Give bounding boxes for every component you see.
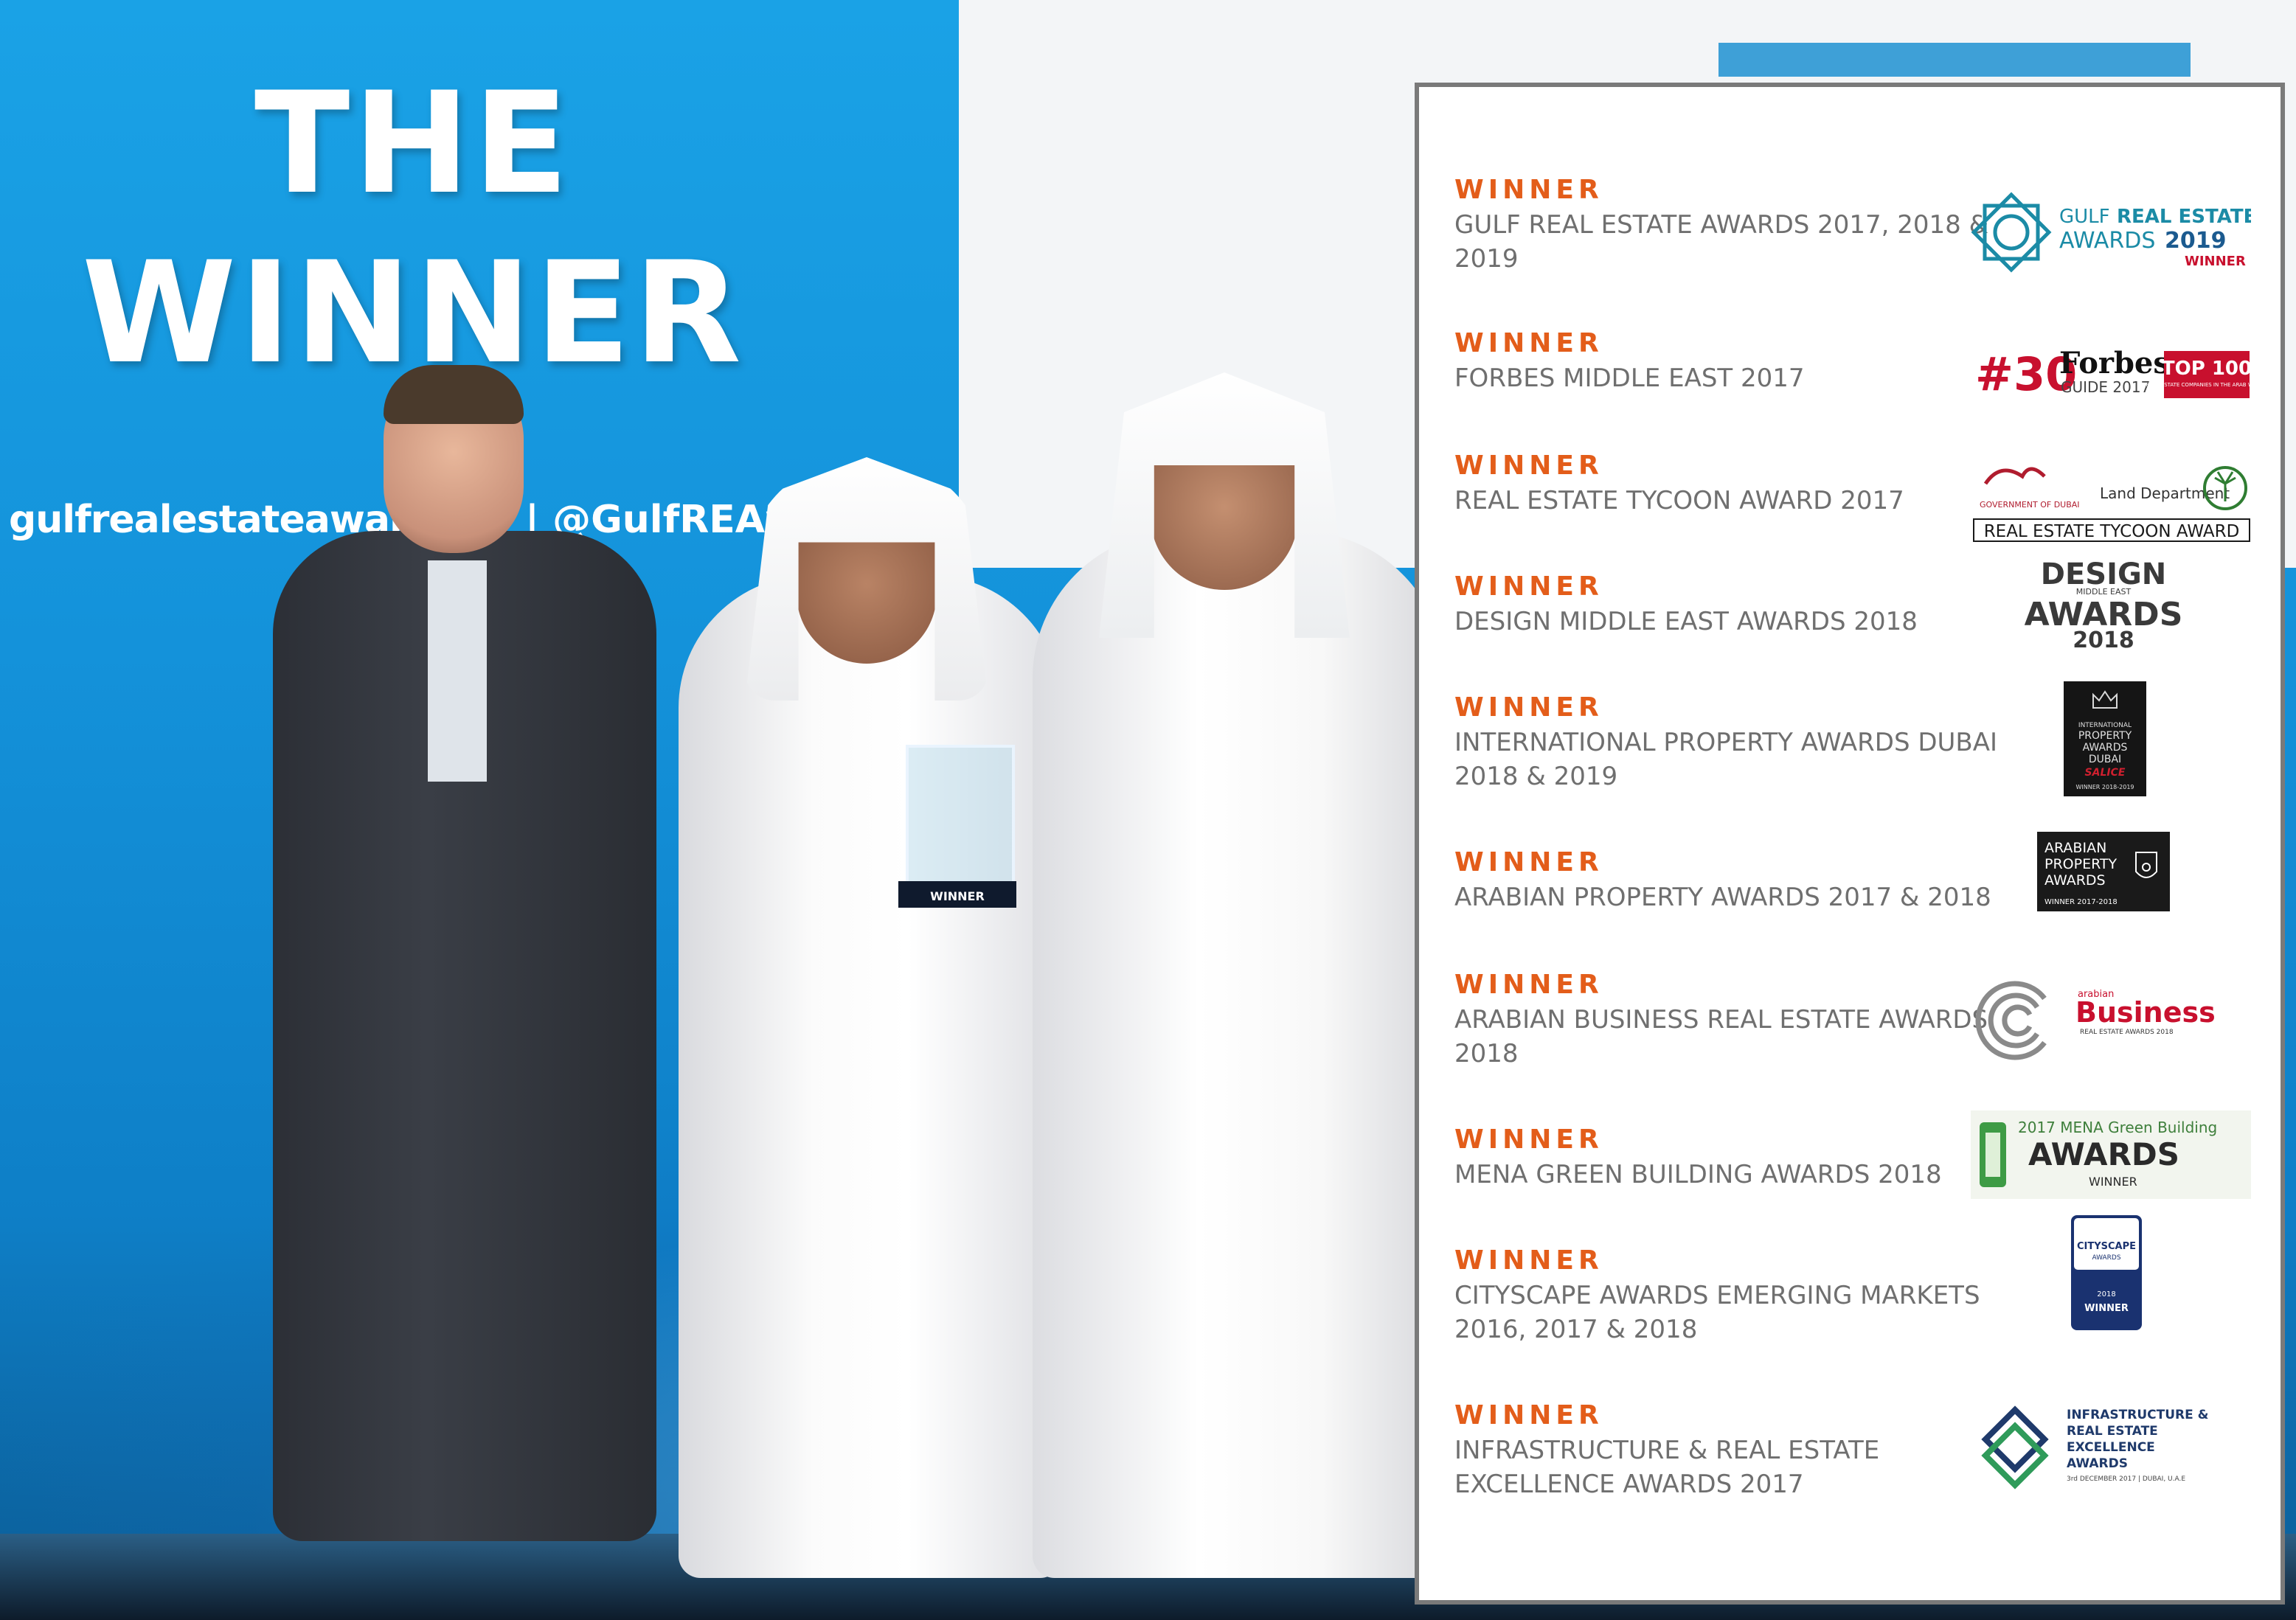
forbes-top100-logo: #30 Forbes GUIDE 2017 TOP 100 REAL ESTAT… xyxy=(1971,313,2251,423)
gulf-real-estate-awards-logo: GULF REAL ESTATE AWARDS 2019 WINNER xyxy=(1971,177,2251,288)
award-label: WINNER xyxy=(1454,571,1603,602)
logo-line2b: 2019 xyxy=(2165,228,2227,254)
man-in-kandura-right xyxy=(1033,531,1446,1578)
ipa-line3: AWARDS xyxy=(2083,742,2128,754)
mena-line3: WINNER xyxy=(2089,1175,2137,1189)
design-line4: 2018 xyxy=(2073,628,2134,653)
forbes-badge-sub: REAL ESTATE COMPANIES IN THE ARAB WORLD xyxy=(2146,382,2251,388)
ipa-footer: WINNER 2018-2019 xyxy=(2076,784,2134,790)
arabian-property-awards-logo: ARABIAN PROPERTY AWARDS WINNER 2017-2018 xyxy=(1971,829,2251,917)
apa-line1: ARABIAN xyxy=(2044,840,2106,856)
screen-title: THE WINNER xyxy=(52,59,774,398)
award-label: WINNER xyxy=(1454,847,1603,877)
design-middle-east-awards-logo: DESIGN MIDDLE EAST AWARDS 2018 xyxy=(1971,552,2251,662)
award-label: WINNER xyxy=(1454,1245,1603,1276)
stacked-diamonds-icon xyxy=(1981,1405,2049,1489)
international-property-awards-logo: INTERNATIONAL PROPERTY AWARDS DUBAI SALI… xyxy=(1971,681,2251,799)
mena-line1: 2017 MENA Green Building xyxy=(2018,1119,2217,1136)
logo-line1b: REAL ESTATE xyxy=(2117,206,2251,228)
cityscape-sub: AWARDS xyxy=(2092,1254,2120,1262)
star-knot-emblem-icon xyxy=(1971,192,2052,273)
mena-line2: AWARDS xyxy=(2028,1136,2179,1172)
swirl-arcs-icon xyxy=(1975,981,2047,1060)
man-in-suit-hair xyxy=(384,365,524,424)
apa-footer: WINNER 2017-2018 xyxy=(2044,898,2118,906)
ab-sub: REAL ESTATE AWARDS 2018 xyxy=(2080,1029,2174,1036)
arabic-calligraphy-mark xyxy=(1983,467,2046,485)
awards-panel: WINNER GULF REAL ESTATE AWARDS 2017, 201… xyxy=(1415,83,2285,1605)
arabian-business-awards-logo: arabian Business REAL ESTATE AWARDS 2018 xyxy=(1971,962,2251,1072)
award-name: GULF REAL ESTATE AWARDS 2017, 2018 & 201… xyxy=(1454,210,1989,274)
infrastructure-excellence-awards-logo: INFRASTRUCTURE & REAL ESTATE EXCELLENCE … xyxy=(1971,1389,2251,1500)
trophy-base: WINNER xyxy=(898,881,1016,908)
award-label: WINNER xyxy=(1454,175,1603,205)
award-label: WINNER xyxy=(1454,1400,1603,1430)
apa-line3: AWARDS xyxy=(2044,872,2106,889)
award-label: WINNER xyxy=(1454,451,1603,481)
cityscape-brand: CITYSCAPE xyxy=(2077,1241,2136,1252)
infra-line1: INFRASTRUCTURE & xyxy=(2067,1408,2209,1422)
infra-line3: EXCELLENCE xyxy=(2067,1440,2155,1455)
logo-line2a: AWARDS xyxy=(2059,228,2155,254)
ipa-line4: DUBAI xyxy=(2089,754,2121,765)
award-label: WINNER xyxy=(1454,328,1603,358)
award-label: WINNER xyxy=(1454,970,1603,1000)
glass-trophy xyxy=(906,745,1015,898)
ab-brand: Business xyxy=(2075,996,2216,1029)
infra-line2: REAL ESTATE xyxy=(2067,1424,2158,1439)
cityscape-footer: WINNER xyxy=(2084,1303,2129,1314)
award-name: REAL ESTATE TYCOON AWARD 2017 xyxy=(1454,486,1904,515)
cityscape-year: 2018 xyxy=(2097,1290,2115,1299)
forbes-badge: TOP 100 xyxy=(2162,358,2251,380)
award-name: ARABIAN BUSINESS REAL ESTATE AWARDS 2018 xyxy=(1454,1005,1988,1068)
mena-green-building-awards-logo: 2017 MENA Green Building AWARDS WINNER xyxy=(1971,1108,2251,1203)
gov-label: GOVERNMENT OF DUBAI xyxy=(1980,500,2080,510)
apa-line2: PROPERTY xyxy=(2044,856,2118,872)
award-label: WINNER xyxy=(1454,692,1603,723)
green-building-icon xyxy=(1980,1122,2006,1187)
award-name: FORBES MIDDLE EAST 2017 xyxy=(1454,364,1805,393)
award-name: DESIGN MIDDLE EAST AWARDS 2018 xyxy=(1454,607,1918,636)
ipa-line1: INTERNATIONAL xyxy=(2078,722,2132,729)
award-name: MENA GREEN BUILDING AWARDS 2018 xyxy=(1454,1160,1942,1189)
logo-line1a: GULF xyxy=(2059,206,2110,228)
shirt-and-tie xyxy=(428,560,487,782)
dept-label: Land Department xyxy=(2100,484,2230,502)
trophy-label: WINNER xyxy=(930,889,985,903)
award-name: CITYSCAPE AWARDS EMERGING MARKETS 2016, … xyxy=(1454,1281,1980,1344)
stage-screen-strip xyxy=(1718,43,2191,77)
tycoon-ribbon: REAL ESTATE TYCOON AWARD xyxy=(1984,522,2240,541)
screen-title-line1: THE xyxy=(254,62,572,225)
award-name: INFRASTRUCTURE & REAL ESTATE EXCELLENCE … xyxy=(1454,1436,1880,1499)
man-in-kandura-left xyxy=(679,575,1062,1578)
cityscape-awards-logo: CITYSCAPE AWARDS 2018 WINNER xyxy=(1971,1214,2251,1332)
award-label: WINNER xyxy=(1454,1124,1603,1155)
logo-line3: WINNER xyxy=(2185,254,2246,269)
infra-line4: AWARDS xyxy=(2067,1456,2128,1471)
ipa-brand: SALICE xyxy=(2085,767,2126,779)
award-name: ARABIAN PROPERTY AWARDS 2017 & 2018 xyxy=(1454,883,1991,912)
award-name: INTERNATIONAL PROPERTY AWARDS DUBAI 2018… xyxy=(1454,728,1998,791)
infra-line5: 3rd DECEMBER 2017 | DUBAI, U.A.E xyxy=(2067,1475,2185,1483)
forbes-brand: Forbes xyxy=(2059,346,2170,380)
real-estate-tycoon-logo: GOVERNMENT OF DUBAI Land Department REAL… xyxy=(1971,439,2251,550)
forbes-guide: GUIDE 2017 xyxy=(2061,378,2150,396)
ipa-line2: PROPERTY xyxy=(2078,730,2132,742)
